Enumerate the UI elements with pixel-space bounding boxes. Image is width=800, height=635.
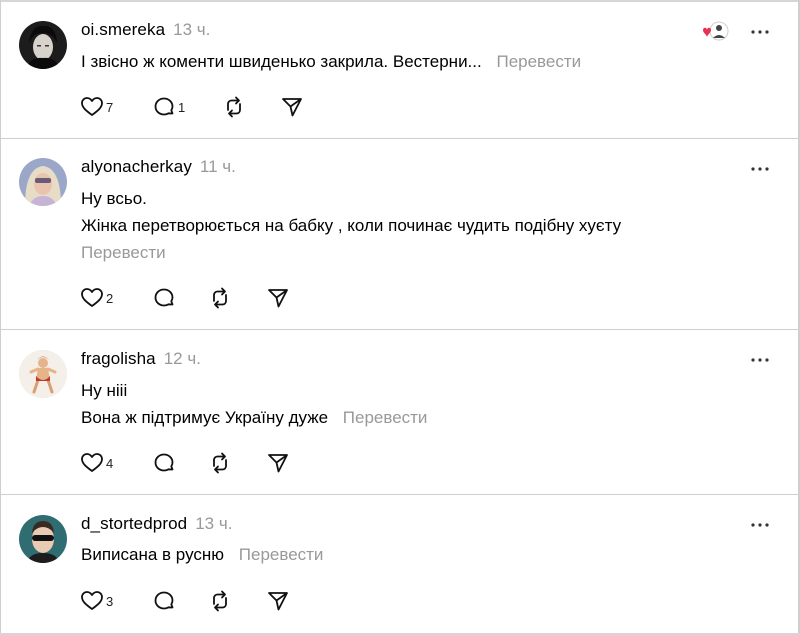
repost-icon [213, 590, 227, 612]
timestamp[interactable]: 11 ч. [200, 157, 236, 177]
post-header: alyonacherkay 11 ч. [81, 157, 236, 179]
comment-line: Ну ніii [81, 381, 128, 400]
share-button[interactable] [266, 285, 290, 311]
repost-icon [213, 452, 227, 474]
translate-link[interactable]: Перевести [343, 408, 428, 427]
reply-icon [154, 97, 174, 116]
more-options-button[interactable] [746, 517, 774, 533]
timestamp[interactable]: 13 ч. [195, 514, 232, 534]
reply-icon [154, 453, 174, 472]
repost-button[interactable] [208, 588, 232, 614]
username[interactable]: d_stortedprod [81, 514, 187, 534]
timestamp[interactable]: 13 ч. [173, 20, 210, 40]
more-icon [751, 167, 769, 171]
timestamp[interactable]: 12 ч. [164, 349, 201, 369]
avatar-image [19, 515, 67, 563]
post-header: fragolisha 12 ч. [81, 349, 201, 371]
comment-line: Виписана в русню [81, 545, 225, 564]
comment-line: Жінка перетворюється на бабку , коли поч… [81, 216, 622, 235]
more-options-button[interactable] [746, 24, 774, 40]
reply-button[interactable] [152, 285, 176, 311]
comment-text: Вона ж підтримує Україну дуже Перевести [81, 408, 427, 428]
repost-button[interactable] [208, 285, 232, 311]
repost-button[interactable] [208, 450, 232, 476]
comment-text: І звісно ж коменти швиденько закрила. Ве… [81, 52, 581, 72]
share-button[interactable] [266, 450, 290, 476]
heart-icon [81, 453, 103, 472]
avatar[interactable] [19, 350, 67, 398]
avatar-image [19, 350, 67, 398]
avatar[interactable] [19, 515, 67, 563]
post-header: d_stortedprod 13 ч. [81, 514, 232, 536]
comment-line: Ну всьо. [81, 189, 147, 208]
translate-link[interactable]: Перевести [81, 243, 166, 263]
avatar-image [19, 21, 67, 69]
post-divider [1, 138, 798, 139]
repost-icon [213, 287, 227, 309]
more-icon [751, 358, 769, 362]
heart-icon [81, 591, 103, 610]
avatar-image [19, 158, 67, 206]
like-count: 2 [106, 290, 114, 306]
like-count: 3 [106, 593, 114, 609]
post-divider [1, 329, 798, 330]
avatar[interactable] [19, 158, 67, 206]
reply-icon [154, 288, 174, 307]
reply-count: 1 [178, 99, 186, 115]
share-icon [268, 592, 288, 611]
like-button[interactable]: 7 [80, 94, 113, 120]
username[interactable]: oi.smereka [81, 20, 165, 40]
translate-link[interactable]: Перевести [239, 545, 324, 564]
reply-button[interactable] [152, 588, 176, 614]
username[interactable]: alyonacherkay [81, 157, 192, 177]
share-icon [268, 289, 288, 308]
comment-line: Вона ж підтримує Україну дуже [81, 408, 329, 427]
more-icon [751, 30, 769, 34]
comment-text: Виписана в русню Перевести [81, 545, 323, 565]
frame-top-border [0, 0, 800, 2]
like-count: 4 [106, 455, 114, 471]
avatar[interactable] [19, 21, 67, 69]
more-options-button[interactable] [746, 352, 774, 368]
heart-reaction-icon [698, 21, 730, 45]
repost-icon [227, 96, 241, 118]
like-button[interactable]: 3 [80, 588, 113, 614]
share-icon [268, 454, 288, 473]
like-count: 7 [106, 99, 114, 115]
reply-button[interactable] [152, 450, 176, 476]
heart-icon [81, 97, 103, 116]
like-button[interactable]: 4 [80, 450, 113, 476]
share-icon [282, 98, 302, 117]
post-header: oi.smereka 13 ч. [81, 20, 210, 42]
username[interactable]: fragolisha [81, 349, 156, 369]
repost-button[interactable] [222, 94, 246, 120]
post-divider [1, 494, 798, 495]
reply-button[interactable]: 1 [152, 94, 185, 120]
comment-line: І звісно ж коменти швиденько закрила. Ве… [81, 52, 482, 71]
translate-link[interactable]: Перевести [496, 52, 581, 71]
like-button[interactable]: 2 [80, 285, 113, 311]
more-icon [751, 523, 769, 527]
more-options-button[interactable] [746, 161, 774, 177]
heart-icon [81, 288, 103, 307]
frame-left-border [0, 0, 1, 635]
share-button[interactable] [266, 588, 290, 614]
share-button[interactable] [280, 94, 304, 120]
reply-icon [154, 591, 174, 610]
